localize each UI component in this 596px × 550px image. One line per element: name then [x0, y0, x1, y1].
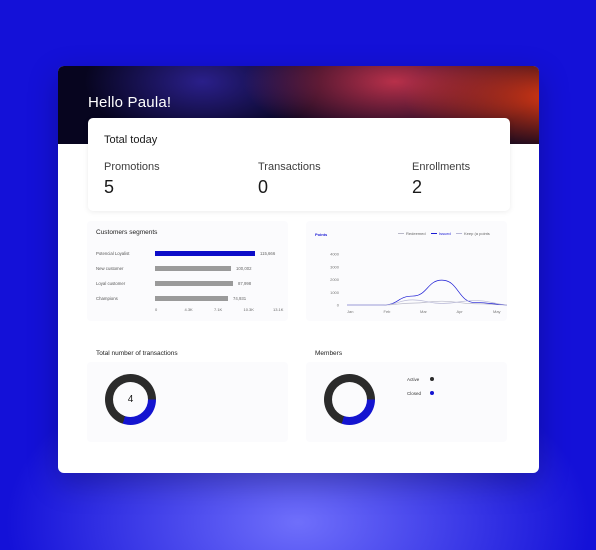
y-tick-label: 4000 [330, 252, 340, 257]
segment-bar [155, 266, 231, 271]
segment-row[interactable]: New customer 100,002 [96, 266, 276, 272]
segment-value: 115,666 [260, 251, 276, 256]
kpi-value: 5 [104, 177, 115, 197]
segment-row[interactable]: Loyal customer 87,998 [96, 281, 276, 287]
transactions-value: 4 [127, 394, 134, 405]
points-line-chart: 4000 3000 2000 1000 0 Jan Feb Mar Apr May [330, 252, 507, 314]
x-tick-label: Apr [457, 309, 464, 314]
segment-tick: 0 [155, 307, 158, 312]
transactions-title: Total number of transactions [96, 350, 178, 357]
y-tick-label: 1000 [330, 290, 340, 295]
segment-bar [155, 251, 255, 256]
y-tick-label: 2000 [330, 277, 340, 282]
y-tick-label: 3000 [330, 264, 340, 269]
segment-tick: 13.1K [273, 307, 284, 312]
segment-bar [155, 296, 228, 301]
legend-active-dot [430, 377, 434, 381]
segment-label: Potencial Loyalist [96, 251, 130, 256]
dashboard-window: Hello Paula! Total today Promotions 5 Tr… [58, 66, 539, 473]
kpi-label: Promotions [104, 161, 160, 173]
segment-tick: 10.3K [243, 307, 254, 312]
segments-title: Customers segments [96, 229, 158, 236]
legend-closed-dot [430, 391, 434, 395]
members-title: Members [315, 350, 343, 357]
transactions-card: Total number of transactions 4 [87, 350, 288, 442]
segments-card: Customers segments Potencial Loyalist 115… [87, 221, 288, 321]
members-donut[interactable] [324, 374, 375, 425]
x-tick-label: Mar [420, 309, 428, 314]
legend-active-label: Active [407, 377, 420, 382]
segment-label: New customer [96, 266, 124, 271]
segment-value: 100,002 [236, 266, 252, 271]
segment-row[interactable]: Potencial Loyalist 115,666 [96, 251, 276, 257]
kpi-label: Enrollments [412, 161, 471, 173]
transactions-donut[interactable]: 4 [105, 374, 156, 425]
kpi-transactions[interactable]: Transactions 0 [258, 161, 321, 198]
kpi-promotions[interactable]: Promotions 5 [104, 161, 160, 198]
x-tick-label: Jan [347, 309, 353, 314]
kpi-value: 0 [258, 177, 269, 197]
points-card: Points Redeemed Issued Keep (a points 4000… [306, 221, 507, 321]
segment-value: 87,998 [238, 281, 252, 286]
kpi-enrollments[interactable]: Enrollments 2 [412, 161, 470, 198]
totals-card: Total today Promotions 5 Transactions 0 … [88, 118, 510, 211]
y-tick-label: 0 [337, 303, 340, 308]
segment-tick: 4.3K [184, 307, 193, 312]
kpi-value: 2 [412, 177, 423, 197]
segment-value: 74,931 [233, 296, 247, 301]
totals-title: Total today [104, 134, 158, 146]
x-tick-label: Feb [384, 309, 392, 314]
kpi-label: Transactions [258, 161, 321, 173]
segment-row[interactable]: Champions 74,931 [96, 296, 276, 302]
members-card: Members Active Closed [306, 350, 507, 442]
segment-label: Loyal customer [96, 281, 126, 286]
segment-bar [155, 281, 233, 286]
x-tick-label: May [493, 309, 501, 314]
segment-label: Champions [96, 296, 118, 301]
segment-tick: 7.1K [214, 307, 223, 312]
greeting-title: Hello Paula! [88, 94, 172, 111]
legend-closed-label: Closed [407, 391, 422, 396]
